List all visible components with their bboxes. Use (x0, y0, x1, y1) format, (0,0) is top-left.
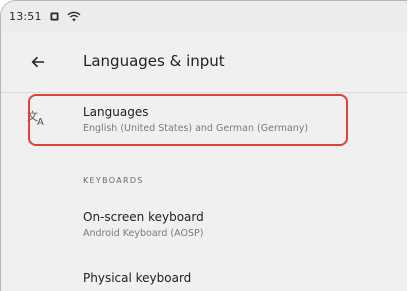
translate-icon: 文 A (27, 109, 47, 128)
languages-title: Languages (83, 105, 149, 119)
notification-icon (50, 12, 59, 21)
device-frame: 13:51 Languages & input 文 A Languages En… (0, 0, 407, 291)
status-time: 13:51 (9, 9, 42, 23)
list-item-on-screen-keyboard[interactable]: On-screen keyboard Android Keyboard (AOS… (1, 201, 407, 251)
on-screen-keyboard-title: On-screen keyboard (83, 210, 204, 224)
section-header-keyboards: KEYBOARDS (83, 176, 144, 185)
svg-text:A: A (37, 117, 44, 127)
list-item-languages[interactable]: 文 A Languages English (United States) an… (1, 95, 407, 145)
status-bar: 13:51 (1, 1, 407, 31)
list-item-physical-keyboard[interactable]: Physical keyboard (1, 261, 407, 291)
back-button[interactable] (27, 51, 49, 73)
languages-subtitle: English (United States) and German (Germ… (83, 123, 309, 134)
app-bar: Languages & input (1, 31, 407, 91)
page-title: Languages & input (83, 52, 225, 70)
app-bar-divider (1, 92, 407, 93)
wifi-icon (67, 11, 81, 22)
on-screen-keyboard-subtitle: Android Keyboard (AOSP) (83, 228, 204, 239)
physical-keyboard-title: Physical keyboard (83, 271, 192, 285)
back-arrow-icon (31, 53, 45, 72)
